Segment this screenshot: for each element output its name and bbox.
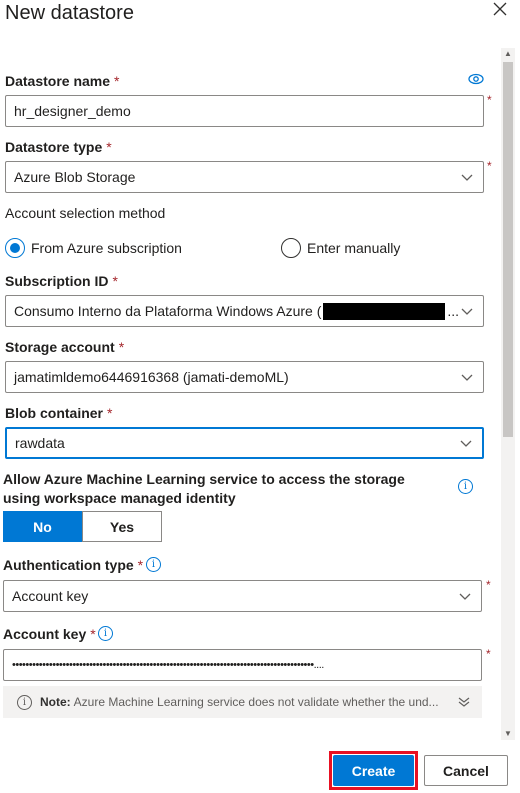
scroll-up-icon[interactable]: ▲	[501, 48, 515, 60]
chevron-down-icon	[461, 174, 473, 181]
scroll-down-icon[interactable]: ▼	[501, 728, 515, 740]
chevron-down-icon	[461, 374, 473, 381]
managed-identity-yes-button[interactable]: Yes	[82, 511, 162, 542]
subscription-id-dropdown[interactable]: Consumo Interno da Plataforma Windows Az…	[5, 295, 484, 327]
datastore-name-label: Datastore name *	[5, 73, 120, 89]
info-icon[interactable]: i	[458, 479, 473, 494]
radio-label-enter-manually: Enter manually	[307, 240, 401, 256]
cancel-button[interactable]: Cancel	[424, 755, 508, 786]
datastore-type-value: Azure Blob Storage	[14, 169, 136, 185]
show-value-eye-icon[interactable]	[468, 72, 484, 90]
chevron-double-down-icon	[458, 697, 470, 707]
radio-label-from-azure-subscription: From Azure subscription	[31, 240, 182, 256]
scrollbar-thumb[interactable]	[503, 62, 513, 437]
authentication-type-label: Authentication type *	[3, 557, 144, 573]
info-icon[interactable]: i	[98, 626, 113, 641]
datastore-name-input[interactable]: hr_designer_demo	[5, 95, 484, 127]
managed-identity-label: Allow Azure Machine Learning service to …	[3, 471, 405, 506]
chevron-down-icon	[459, 593, 471, 600]
account-key-label: Account key *	[3, 626, 96, 642]
account-selection-label: Account selection method	[5, 205, 166, 221]
managed-identity-no-button[interactable]: No	[3, 511, 82, 542]
account-key-input[interactable]: ••••••••••••••••••••••••••••••••••••••••…	[3, 649, 482, 681]
authentication-type-dropdown[interactable]: Account key	[3, 580, 482, 612]
blob-container-label: Blob container *	[5, 405, 113, 421]
note-prefix: Note:	[40, 695, 71, 709]
storage-account-dropdown[interactable]: jamatimldemo6446916368 (jamati-demoML)	[5, 361, 484, 393]
redacted-block	[323, 302, 446, 320]
storage-account-label: Storage account *	[5, 339, 125, 355]
chevron-down-icon	[460, 440, 472, 447]
subscription-id-value: Consumo Interno da Plataforma Windows Az…	[14, 303, 322, 319]
required-indicator: *	[487, 93, 492, 107]
subscription-id-label: Subscription ID *	[5, 273, 118, 289]
info-icon[interactable]: i	[146, 557, 161, 572]
panel-title: New datastore	[5, 2, 134, 24]
close-icon[interactable]	[491, 2, 509, 20]
storage-account-value: jamatimldemo6446916368 (jamati-demoML)	[14, 369, 289, 385]
blob-container-dropdown[interactable]: rawdata	[5, 427, 484, 459]
note-text: Azure Machine Learning service does not …	[73, 695, 439, 709]
required-indicator: *	[486, 647, 491, 661]
radio-enter-manually[interactable]	[281, 238, 301, 258]
required-indicator: *	[486, 578, 491, 592]
blob-container-value: rawdata	[15, 435, 65, 451]
authentication-type-value: Account key	[12, 588, 89, 604]
subscription-id-ellipsis: ...	[447, 303, 460, 319]
required-indicator: *	[487, 159, 492, 173]
create-button[interactable]: Create	[333, 755, 414, 786]
info-icon: i	[17, 694, 32, 710]
chevron-down-icon	[461, 308, 473, 315]
datastore-type-label: Datastore type *	[5, 139, 112, 155]
datastore-type-dropdown[interactable]: Azure Blob Storage	[5, 161, 484, 193]
note-bar[interactable]: i Note: Azure Machine Learning service d…	[3, 686, 482, 718]
radio-from-azure-subscription[interactable]	[5, 238, 25, 258]
scrollbar-track[interactable]: ▲ ▼	[501, 48, 515, 740]
